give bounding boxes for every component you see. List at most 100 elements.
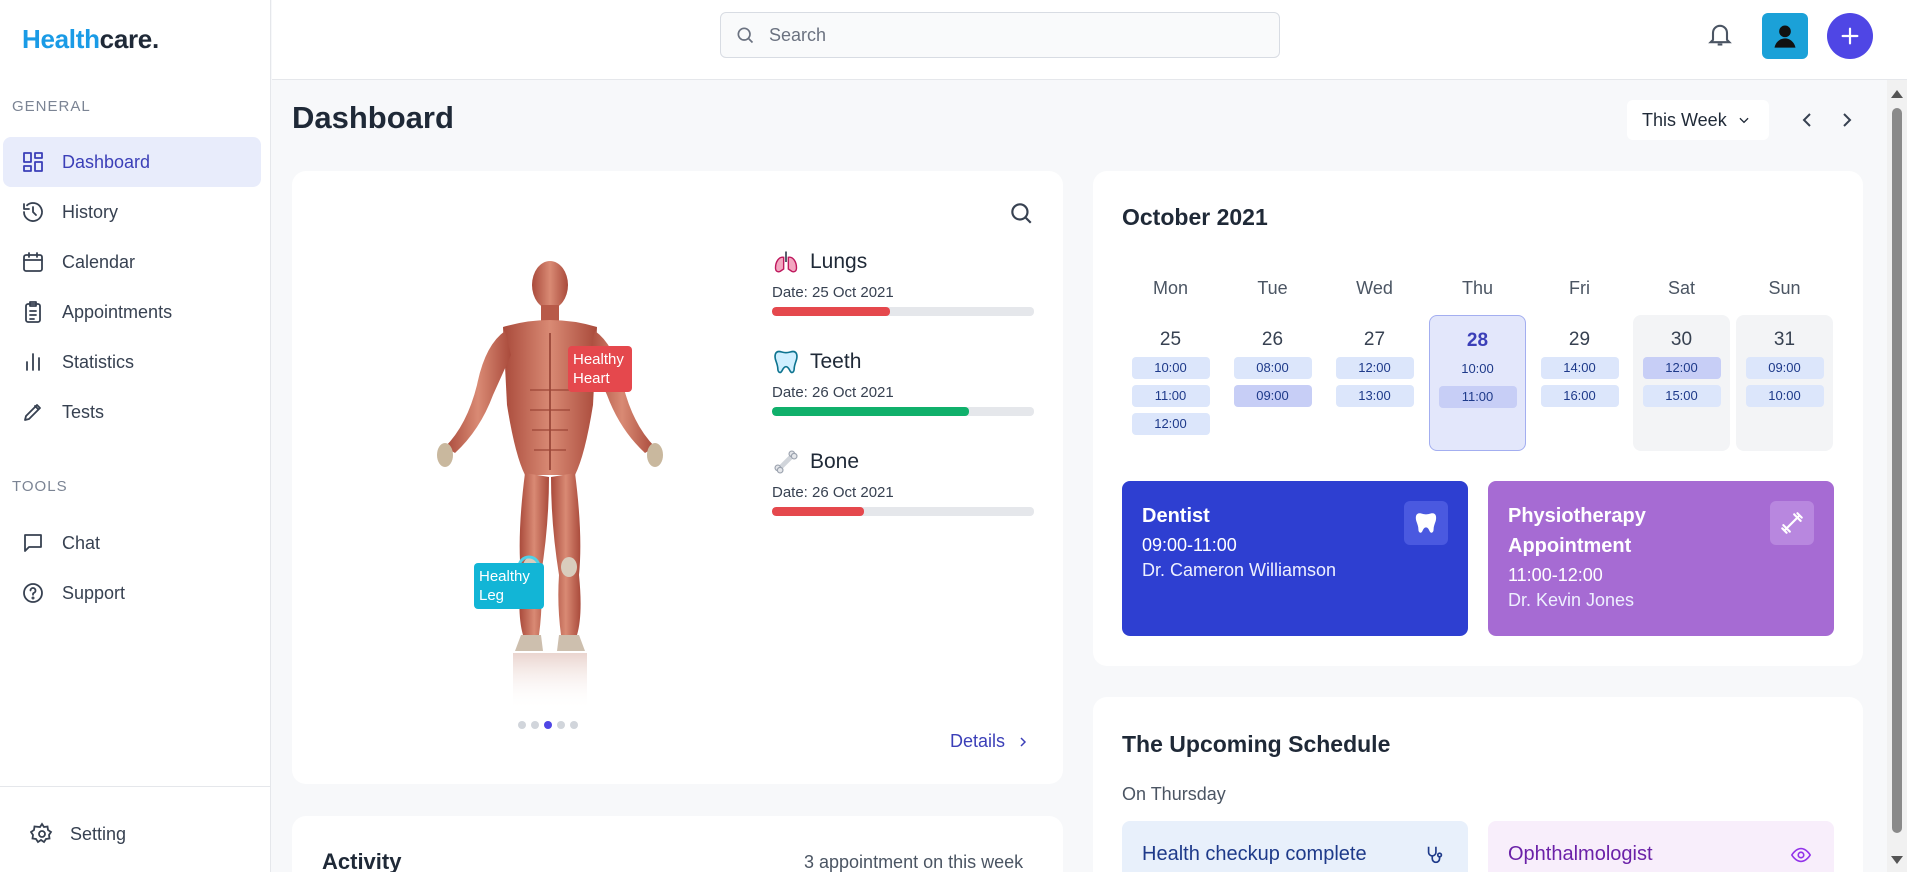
next-week-button[interactable]	[1835, 108, 1859, 132]
page-scrollbar[interactable]	[1887, 80, 1907, 872]
general-section-title: GENERAL	[12, 98, 91, 115]
anatomy-figure-image	[437, 261, 663, 710]
organ-name: Bone	[810, 450, 860, 473]
day-name: Fri	[1569, 278, 1590, 298]
time-slot[interactable]: 09:00	[1233, 385, 1312, 407]
schedule-item-title: Ophthalmologist	[1508, 843, 1653, 865]
healthy-heart-tag[interactable]: Healthy Heart	[568, 346, 632, 392]
day-name: Mon	[1152, 278, 1188, 298]
time-slot[interactable]: 10:00	[1131, 357, 1210, 379]
plus-icon	[1841, 27, 1859, 45]
day-name: Tue	[1257, 278, 1288, 298]
search-input[interactable]	[769, 24, 1249, 46]
history-icon	[23, 202, 43, 222]
healthy-leg-tag[interactable]: Healthy Leg	[474, 563, 544, 609]
carousel-dot-active[interactable]	[544, 721, 552, 729]
day-header-thu: Thu	[1429, 278, 1526, 308]
time-slot[interactable]: 13:00	[1335, 385, 1414, 407]
time-slot[interactable]: 10:00	[1439, 358, 1517, 380]
sidebar-item-calendar[interactable]: Calendar	[3, 237, 261, 287]
day-header-sun: Sun	[1736, 278, 1833, 308]
calendar-icon	[23, 252, 43, 272]
time-slot[interactable]: 15:00	[1642, 385, 1721, 407]
details-link[interactable]: Details	[950, 731, 1031, 752]
carousel-dot[interactable]	[531, 721, 539, 729]
day-cell-26[interactable]: 26 08:00 09:00	[1224, 315, 1321, 451]
time-slot[interactable]: 12:00	[1131, 413, 1210, 435]
organ-progress-fill	[772, 407, 969, 416]
appointment-card-dentist[interactable]: Dentist 09:00-11:00 Dr. Cameron Williams…	[1122, 481, 1468, 636]
appointment-doctor: Dr. Kevin Jones	[1508, 590, 1635, 610]
day-cell-25[interactable]: 25 10:00 11:00 12:00	[1122, 315, 1219, 451]
scroll-up-arrow[interactable]	[1891, 90, 1903, 98]
sidebar-item-tests[interactable]: Tests	[3, 387, 261, 437]
carousel-dot[interactable]	[557, 721, 565, 729]
add-button[interactable]	[1827, 13, 1873, 59]
carousel-dot[interactable]	[518, 721, 526, 729]
sidebar-item-label: Dashboard	[62, 151, 151, 172]
avatar[interactable]	[1762, 13, 1808, 59]
sidebar-item-label: Statistics	[62, 351, 135, 372]
activity-title: Activity	[322, 849, 402, 872]
sidebar-item-dashboard[interactable]: Dashboard	[3, 137, 261, 187]
chevron-down-icon	[1739, 117, 1749, 124]
sidebar-item-label: Support	[62, 582, 126, 603]
time-slot[interactable]: 11:00	[1438, 386, 1517, 408]
notification-button[interactable]	[1706, 20, 1734, 48]
sidebar-item-label: Tests	[62, 401, 105, 422]
schedule-item-health-checkup[interactable]: Health checkup complete	[1122, 821, 1468, 872]
organ-progress-bar	[772, 407, 1034, 416]
organ-bone[interactable]: Bone Date: 26 Oct 2021	[772, 448, 1034, 516]
dumbbell-icon	[1770, 501, 1814, 545]
sidebar-item-statistics[interactable]: Statistics	[3, 337, 261, 387]
day-number: 25	[1159, 329, 1182, 350]
time-slot[interactable]: 16:00	[1540, 385, 1619, 407]
organ-lungs[interactable]: Lungs Date: 25 Oct 2021	[772, 248, 1034, 316]
day-cell-31[interactable]: 31 09:00 10:00	[1736, 315, 1833, 451]
carousel-dot[interactable]	[570, 721, 578, 729]
day-cell-29[interactable]: 29 14:00 16:00	[1531, 315, 1628, 451]
brand-logo[interactable]: Healthcare.	[22, 24, 159, 55]
sidebar-item-label: Calendar	[62, 251, 136, 272]
day-header-tue: Tue	[1224, 278, 1321, 308]
day-number: 28	[1466, 330, 1489, 351]
body-search-button[interactable]	[1008, 200, 1034, 226]
appointment-card-physiotherapy[interactable]: Physiotherapy Appointment 11:00-12:00 Dr…	[1488, 481, 1834, 636]
time-slot[interactable]: 12:00	[1642, 357, 1721, 379]
day-cell-28-today[interactable]: 28 10:00 11:00	[1429, 315, 1526, 451]
time-slot[interactable]: 10:00	[1745, 385, 1824, 407]
tooth-icon	[1404, 501, 1448, 545]
prev-week-button[interactable]	[1795, 108, 1819, 132]
chat-icon	[24, 534, 42, 552]
scroll-down-arrow[interactable]	[1891, 856, 1903, 864]
schedule-subtitle: On Thursday	[1122, 784, 1226, 804]
organ-teeth[interactable]: Teeth Date: 26 Oct 2021	[772, 348, 1034, 416]
search-box[interactable]	[720, 12, 1280, 58]
carousel-dots	[518, 721, 578, 729]
setting-button[interactable]: Setting	[30, 822, 126, 846]
bar-chart-icon	[26, 353, 40, 371]
sidebar: Healthcare. GENERAL Dashboard History Ca…	[0, 0, 271, 872]
organ-progress-fill	[772, 507, 864, 516]
day-cell-30[interactable]: 30 12:00 15:00	[1633, 315, 1730, 451]
day-cell-27[interactable]: 27 12:00 13:00	[1326, 315, 1423, 451]
schedule-title: The Upcoming Schedule	[1122, 731, 1391, 757]
time-slot[interactable]: 14:00	[1540, 357, 1619, 379]
time-slot[interactable]: 12:00	[1335, 357, 1414, 379]
eye-icon	[1790, 847, 1812, 863]
sidebar-item-chat[interactable]: Chat	[3, 518, 261, 568]
organ-progress-bar	[772, 507, 1034, 516]
sidebar-item-support[interactable]: Support	[3, 568, 261, 618]
week-select[interactable]: This Week	[1627, 100, 1769, 140]
time-slot[interactable]: 08:00	[1233, 357, 1312, 379]
top-bar	[272, 0, 1907, 80]
schedule-item-ophthalmologist[interactable]: Ophthalmologist	[1488, 821, 1834, 872]
time-slot[interactable]: 11:00	[1131, 385, 1210, 407]
time-slot[interactable]: 09:00	[1745, 357, 1824, 379]
sidebar-item-appointments[interactable]: Appointments	[3, 287, 261, 337]
sidebar-item-history[interactable]: History	[3, 187, 261, 237]
setting-label: Setting	[70, 823, 127, 844]
chevron-left-icon	[1802, 113, 1811, 127]
scroll-thumb[interactable]	[1892, 108, 1902, 833]
user-icon	[1774, 25, 1796, 48]
